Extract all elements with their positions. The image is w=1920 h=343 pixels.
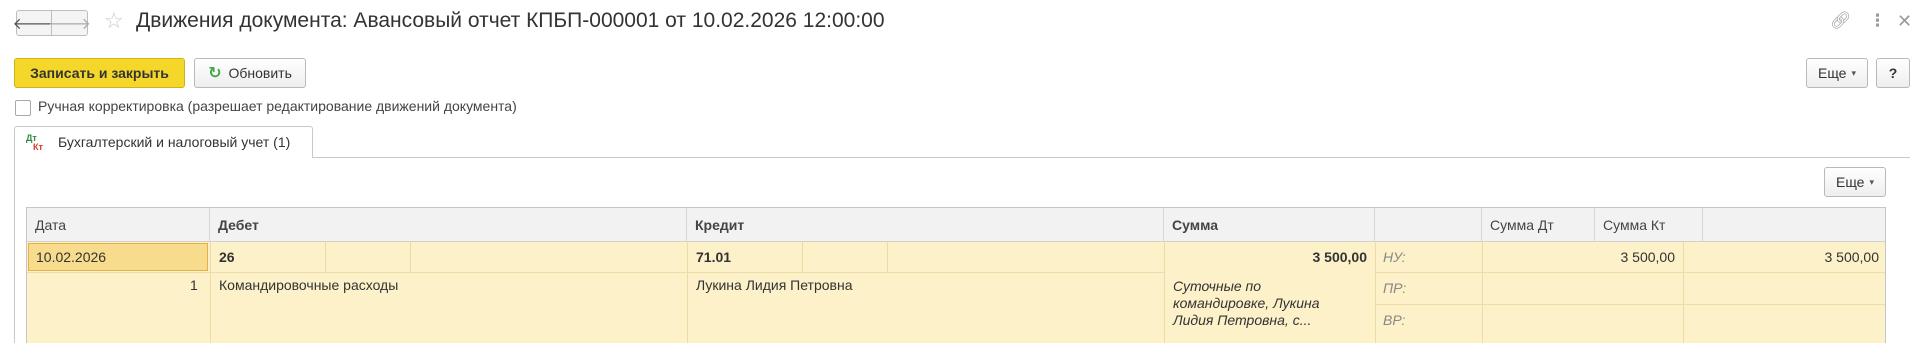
help-button[interactable]: ?: [1876, 58, 1910, 88]
forward-button[interactable]: 🡒: [48, 10, 91, 36]
column-header-date[interactable]: Дата: [27, 208, 210, 242]
column-header-tax[interactable]: [1375, 208, 1482, 242]
link-icon[interactable]: 🔗︎: [1830, 11, 1852, 31]
close-icon[interactable]: ✕: [1897, 11, 1912, 32]
manual-edit-checkbox[interactable]: [15, 100, 31, 116]
amount-value[interactable]: 3 500,00: [1164, 249, 1368, 265]
more-label: Еще: [1817, 65, 1847, 81]
title-bar: 🡐 🡒 ☆ Движения документа: Авансовый отче…: [0, 0, 1920, 44]
refresh-icon: ↻: [208, 65, 222, 82]
table-more-label: Еще: [1835, 174, 1865, 190]
tab-accounting[interactable]: Дт Кт Бухгалтерский и налоговый учет (1): [14, 126, 313, 158]
column-header-amount[interactable]: Сумма: [1164, 208, 1375, 242]
refresh-button[interactable]: ↻ Обновить: [194, 58, 306, 88]
column-header-credit[interactable]: Кредит: [687, 208, 1164, 242]
tax-label-pr: ПР:: [1383, 280, 1407, 296]
save-and-close-button[interactable]: Записать и закрыть: [14, 58, 185, 88]
content-text[interactable]: Суточные по командировке, Лукина Лидия П…: [1173, 278, 1353, 329]
page-title: Движения документа: Авансовый отчет КПБП…: [136, 9, 885, 32]
back-button[interactable]: 🡐: [13, 10, 55, 36]
tax-label-nu: НУ:: [1383, 249, 1406, 265]
favorite-star-icon[interactable]: ☆: [104, 8, 124, 34]
debit-account[interactable]: 26: [219, 249, 235, 265]
table-header: Дата Дебет Кредит Сумма Сумма Дт Сумма К…: [27, 208, 1885, 242]
column-header-sum-dt[interactable]: Сумма Дт: [1482, 208, 1595, 242]
sum-kt-value[interactable]: 3 500,00: [1683, 249, 1880, 265]
more-vertical-icon[interactable]: ⋮: [1869, 11, 1886, 31]
credit-subconto[interactable]: Лукина Лидия Петровна: [696, 277, 853, 293]
table-row[interactable]: 10.02.2026 1 26 Командировочные расходы …: [27, 242, 1885, 343]
table-more-button[interactable]: Еще ▾: [1824, 167, 1886, 197]
kt-icon-label: Кт: [33, 142, 43, 152]
chevron-down-icon: ▾: [1869, 176, 1875, 187]
tax-label-vr: ВР:: [1383, 312, 1406, 328]
column-header-sum-kt[interactable]: Сумма Кт: [1595, 208, 1703, 242]
column-header-debit[interactable]: Дебет: [210, 208, 687, 242]
tab-label: Бухгалтерский и налоговый учет (1): [58, 134, 291, 150]
dt-kt-icon: Дт Кт: [26, 134, 48, 152]
arrow-right-icon: 🡒: [48, 15, 91, 33]
line-number: 1: [190, 277, 198, 293]
date-cell[interactable]: 10.02.2026: [28, 243, 208, 271]
chevron-down-icon: ▾: [1851, 67, 1857, 78]
postings-table[interactable]: Дата Дебет Кредит Сумма Сумма Дт Сумма К…: [26, 207, 1886, 343]
more-button[interactable]: Еще ▾: [1806, 58, 1868, 88]
sum-dt-value[interactable]: 3 500,00: [1482, 249, 1676, 265]
refresh-label: Обновить: [228, 65, 292, 81]
credit-account[interactable]: 71.01: [696, 249, 731, 265]
manual-edit-label[interactable]: Ручная корректировка (разрешает редактир…: [38, 98, 517, 114]
debit-subconto[interactable]: Командировочные расходы: [219, 277, 398, 293]
